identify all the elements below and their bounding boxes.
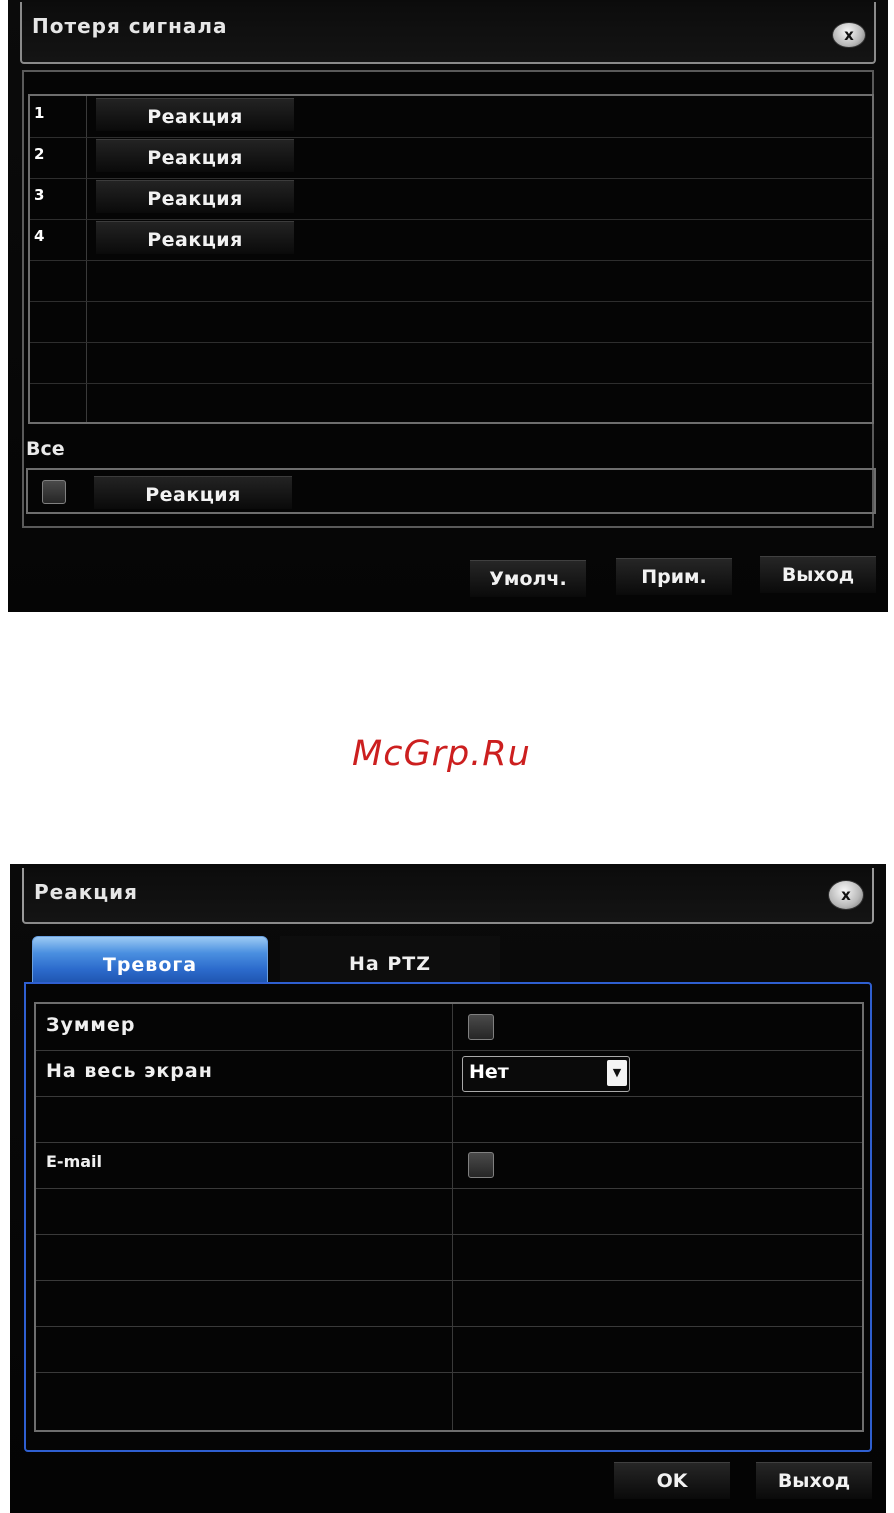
email-row: E-mail [36, 1142, 862, 1189]
buzzer-row: Зуммер [36, 1004, 862, 1051]
apply-button[interactable]: Прим. [616, 558, 732, 595]
tab-alarm[interactable]: Тревога [32, 936, 268, 984]
empty-row [36, 1280, 862, 1327]
channel-row-2: 2 Реакция [30, 137, 872, 179]
reaction-table: Зуммер На весь экран Нет ▼ E-mail [34, 1002, 864, 1432]
reaction-button-3[interactable]: Реакция [96, 180, 294, 213]
dialog-title: Реакция [34, 880, 138, 904]
all-channels-row: Реакция [26, 468, 876, 514]
chevron-down-icon: ▼ [607, 1060, 627, 1086]
empty-row [30, 301, 872, 343]
all-reaction-button[interactable]: Реакция [94, 476, 292, 509]
fullscreen-row: На весь экран Нет ▼ [36, 1050, 862, 1097]
fullscreen-value: Нет [469, 1061, 509, 1083]
empty-row [36, 1096, 862, 1143]
alarm-tab-panel: Зуммер На весь экран Нет ▼ E-mail [24, 982, 872, 1452]
buzzer-checkbox[interactable] [468, 1014, 494, 1040]
empty-row [36, 1234, 862, 1281]
empty-row [30, 342, 872, 384]
reaction-button-1[interactable]: Реакция [96, 98, 294, 131]
reaction-button-2[interactable]: Реакция [96, 139, 294, 172]
buzzer-label: Зуммер [46, 1014, 136, 1036]
channel-table: 1 Реакция 2 Реакция 3 Реакция 4 Реакция [28, 94, 874, 424]
email-label: E-mail [46, 1152, 103, 1171]
channel-panel: 1 Реакция 2 Реакция 3 Реакция 4 Реакция … [22, 70, 876, 528]
reaction-dialog: Реакция x Тревога На PTZ Зуммер На весь … [10, 864, 886, 1513]
empty-row [36, 1372, 862, 1418]
channel-number: 1 [34, 104, 45, 122]
channel-number: 3 [34, 186, 45, 204]
close-icon[interactable]: x [832, 22, 866, 48]
channel-row-4: 4 Реакция [30, 219, 872, 261]
title-bar: Реакция x [22, 868, 874, 924]
channel-number: 4 [34, 227, 45, 245]
empty-row [30, 260, 872, 302]
exit-button[interactable]: Выход [760, 556, 876, 593]
channel-number: 2 [34, 145, 45, 163]
close-icon[interactable]: x [828, 880, 864, 910]
email-checkbox[interactable] [468, 1152, 494, 1178]
title-bar: Потеря сигнала x [20, 2, 876, 64]
all-checkbox[interactable] [42, 480, 66, 504]
empty-row [36, 1326, 862, 1373]
channel-row-3: 3 Реакция [30, 178, 872, 220]
channel-row-1: 1 Реакция [30, 96, 872, 138]
ok-button[interactable]: OK [614, 1462, 730, 1499]
default-button[interactable]: Умолч. [470, 560, 586, 597]
fullscreen-select[interactable]: Нет ▼ [462, 1056, 630, 1092]
reaction-button-4[interactable]: Реакция [96, 221, 294, 254]
empty-row [36, 1188, 862, 1235]
signal-loss-dialog: Потеря сигнала x 1 Реакция 2 Реакция 3 Р… [8, 0, 888, 612]
watermark-text: McGrp.Ru [352, 734, 531, 774]
all-label: Все [26, 438, 65, 460]
dialog-title: Потеря сигнала [32, 14, 228, 38]
exit-button[interactable]: Выход [756, 1462, 872, 1499]
tab-ptz[interactable]: На PTZ [280, 936, 500, 982]
fullscreen-label: На весь экран [46, 1060, 213, 1082]
empty-row [30, 383, 872, 424]
